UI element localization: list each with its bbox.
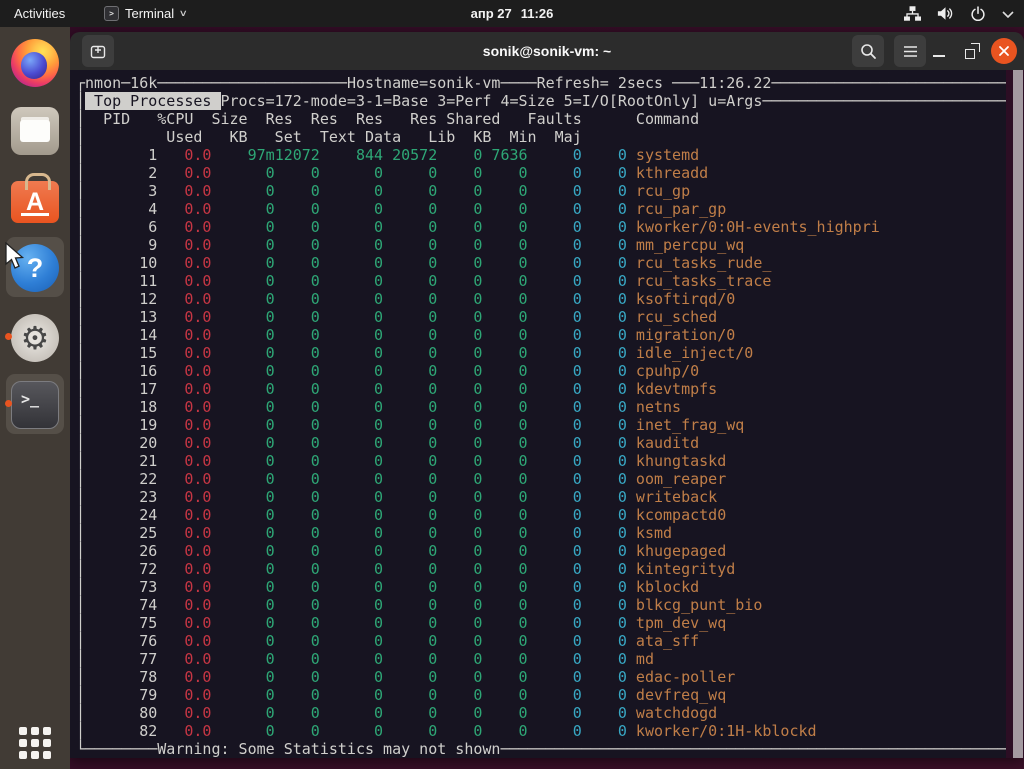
process-row: │ 73 0.0 0 0 0 0 0 0 0 0 kblockd │ — [76, 578, 1024, 596]
process-row: │ 76 0.0 0 0 0 0 0 0 0 0 ata_sff │ — [76, 632, 1024, 650]
process-row: │ 20 0.0 0 0 0 0 0 0 0 0 kauditd │ — [76, 434, 1024, 452]
process-row: │ 4 0.0 0 0 0 0 0 0 0 0 rcu_par_gp │ — [76, 200, 1024, 218]
volume-icon — [937, 6, 954, 21]
process-row: │ 79 0.0 0 0 0 0 0 0 0 0 devfreq_wq │ — [76, 686, 1024, 704]
nmon-warning: Warning: Some Statistics may not shown — [157, 740, 500, 758]
close-button[interactable] — [991, 38, 1017, 64]
process-row: │ 15 0.0 0 0 0 0 0 0 0 0 idle_inject/0 │ — [76, 344, 1024, 362]
network-icon — [904, 6, 921, 21]
process-row: │ 18 0.0 0 0 0 0 0 0 0 0 netns │ — [76, 398, 1024, 416]
minimize-button[interactable] — [926, 35, 952, 67]
settings-running-dot — [5, 333, 12, 340]
hamburger-icon — [903, 45, 918, 58]
close-icon — [998, 45, 1010, 57]
nmon-table-header-1: │ PID %CPU Size Res Res Res Res Shared F… — [76, 110, 1024, 128]
new-tab-icon — [88, 41, 108, 61]
nmon-top-border-line: ┌nmon─16k─────────────────────Hostname=s… — [76, 74, 1024, 92]
scrollbar-track — [1006, 70, 1024, 758]
process-row: │ 13 0.0 0 0 0 0 0 0 0 0 rcu_sched │ — [76, 308, 1024, 326]
help-icon: ? — [11, 244, 59, 292]
menu-button[interactable] — [894, 35, 926, 67]
process-row: │ 75 0.0 0 0 0 0 0 0 0 0 tpm_dev_wq │ — [76, 614, 1024, 632]
minimize-icon — [933, 55, 945, 57]
ubuntu-software-icon: A — [11, 181, 59, 223]
system-tray[interactable] — [904, 0, 1014, 27]
show-applications-button[interactable] — [19, 727, 51, 759]
clock-date: апр 27 — [471, 6, 512, 21]
nmon-table-header-2: │ Used KB Set Text Data Lib KB Min Maj │ — [76, 128, 1024, 146]
dock-item-files[interactable] — [0, 101, 70, 161]
process-row: │ 12 0.0 0 0 0 0 0 0 0 0 ksoftirqd/0 │ — [76, 290, 1024, 308]
process-row: │ 25 0.0 0 0 0 0 0 0 0 0 ksmd │ — [76, 524, 1024, 542]
nmon-version: nmon─16k — [85, 74, 157, 92]
nmon-hostname: Hostname=sonik-vm — [347, 74, 501, 92]
nmon-section-label: Top Processes — [85, 92, 220, 110]
nmon-refresh: Refresh= 2secs — [537, 74, 663, 92]
process-row: │ 19 0.0 0 0 0 0 0 0 0 0 inet_frag_wq │ — [76, 416, 1024, 434]
process-row: │ 78 0.0 0 0 0 0 0 0 0 0 edac-poller │ — [76, 668, 1024, 686]
scrollbar-thumb[interactable] — [1013, 70, 1023, 758]
app-menu-terminal[interactable]: > Terminal ∨ — [104, 0, 187, 27]
gear-icon: ⚙ — [11, 314, 59, 362]
top-bar: Activities > Terminal ∨ апр 27 11:26 — [0, 0, 1024, 27]
process-row: │ 23 0.0 0 0 0 0 0 0 0 0 writeback │ — [76, 488, 1024, 506]
nmon-output: ┌nmon─16k─────────────────────Hostname=s… — [76, 74, 1024, 758]
process-row: │ 77 0.0 0 0 0 0 0 0 0 0 md │ — [76, 650, 1024, 668]
nmon-procs-info: Procs=172-mode=3-1=Base 3=Perf 4=Size 5=… — [221, 92, 763, 110]
dock: A ? ⚙ >_ — [0, 27, 70, 769]
process-row: │ 6 0.0 0 0 0 0 0 0 0 0 kworker/0:0H-eve… — [76, 218, 1024, 236]
firefox-icon — [11, 39, 59, 87]
power-icon — [970, 6, 986, 22]
process-row: │ 9 0.0 0 0 0 0 0 0 0 0 mm_percpu_wq │ — [76, 236, 1024, 254]
restore-button[interactable] — [962, 41, 982, 61]
dock-item-firefox[interactable] — [0, 33, 70, 93]
process-row: │ 17 0.0 0 0 0 0 0 0 0 0 kdevtmpfs │ — [76, 380, 1024, 398]
new-tab-button[interactable] — [82, 35, 114, 67]
process-row: │ 22 0.0 0 0 0 0 0 0 0 0 oom_reaper │ — [76, 470, 1024, 488]
nmon-footer-line: └────────Warning: Some Statistics may no… — [76, 740, 1024, 758]
dock-item-help[interactable]: ? — [0, 238, 70, 298]
process-row: │ 21 0.0 0 0 0 0 0 0 0 0 khungtaskd │ — [76, 452, 1024, 470]
process-row: │ 2 0.0 0 0 0 0 0 0 0 0 kthreadd │ — [76, 164, 1024, 182]
process-row: │ 1 0.0 97m12072 844 20572 0 7636 0 0 sy… — [76, 146, 1024, 164]
search-icon — [860, 43, 877, 60]
terminal-app-icon: > — [104, 6, 119, 21]
process-row: │ 14 0.0 0 0 0 0 0 0 0 0 migration/0 │ — [76, 326, 1024, 344]
dock-item-ubuntu-software[interactable]: A — [0, 169, 70, 229]
activities-button[interactable]: Activities — [0, 0, 79, 27]
chevron-down-icon: ∨ — [179, 8, 188, 19]
process-row: │ 11 0.0 0 0 0 0 0 0 0 0 rcu_tasks_trace… — [76, 272, 1024, 290]
process-row: │ 10 0.0 0 0 0 0 0 0 0 0 rcu_tasks_rude_… — [76, 254, 1024, 272]
terminal-screen[interactable]: ┌nmon─16k─────────────────────Hostname=s… — [70, 70, 1024, 758]
process-row: │ 82 0.0 0 0 0 0 0 0 0 0 kworker/0:1H-kb… — [76, 722, 1024, 740]
process-row: │ 80 0.0 0 0 0 0 0 0 0 0 watchdogd │ — [76, 704, 1024, 722]
process-row: │ 24 0.0 0 0 0 0 0 0 0 0 kcompactd0 │ — [76, 506, 1024, 524]
search-button[interactable] — [852, 35, 884, 67]
terminal-window: sonik@sonik-vm: ~ — [70, 32, 1024, 758]
process-row: │ 74 0.0 0 0 0 0 0 0 0 0 blkcg_punt_bio … — [76, 596, 1024, 614]
terminal-icon: >_ — [11, 381, 59, 429]
terminal-running-dot — [5, 400, 12, 407]
files-icon — [11, 107, 59, 155]
nmon-section-line: │ Top Processes Procs=172-mode=3-1=Base … — [76, 92, 1024, 110]
process-row: │ 72 0.0 0 0 0 0 0 0 0 0 kintegrityd │ — [76, 560, 1024, 578]
process-row: │ 26 0.0 0 0 0 0 0 0 0 0 khugepaged │ — [76, 542, 1024, 560]
chevron-down-icon — [1002, 10, 1014, 18]
window-headerbar[interactable]: sonik@sonik-vm: ~ — [70, 32, 1024, 70]
app-menu-label: Terminal — [125, 6, 174, 21]
clock-time: 11:26 — [521, 6, 554, 21]
nmon-clock: 11:26.22 — [699, 74, 771, 92]
process-row: │ 16 0.0 0 0 0 0 0 0 0 0 cpuhp/0 │ — [76, 362, 1024, 380]
process-row: │ 3 0.0 0 0 0 0 0 0 0 0 rcu_gp │ — [76, 182, 1024, 200]
